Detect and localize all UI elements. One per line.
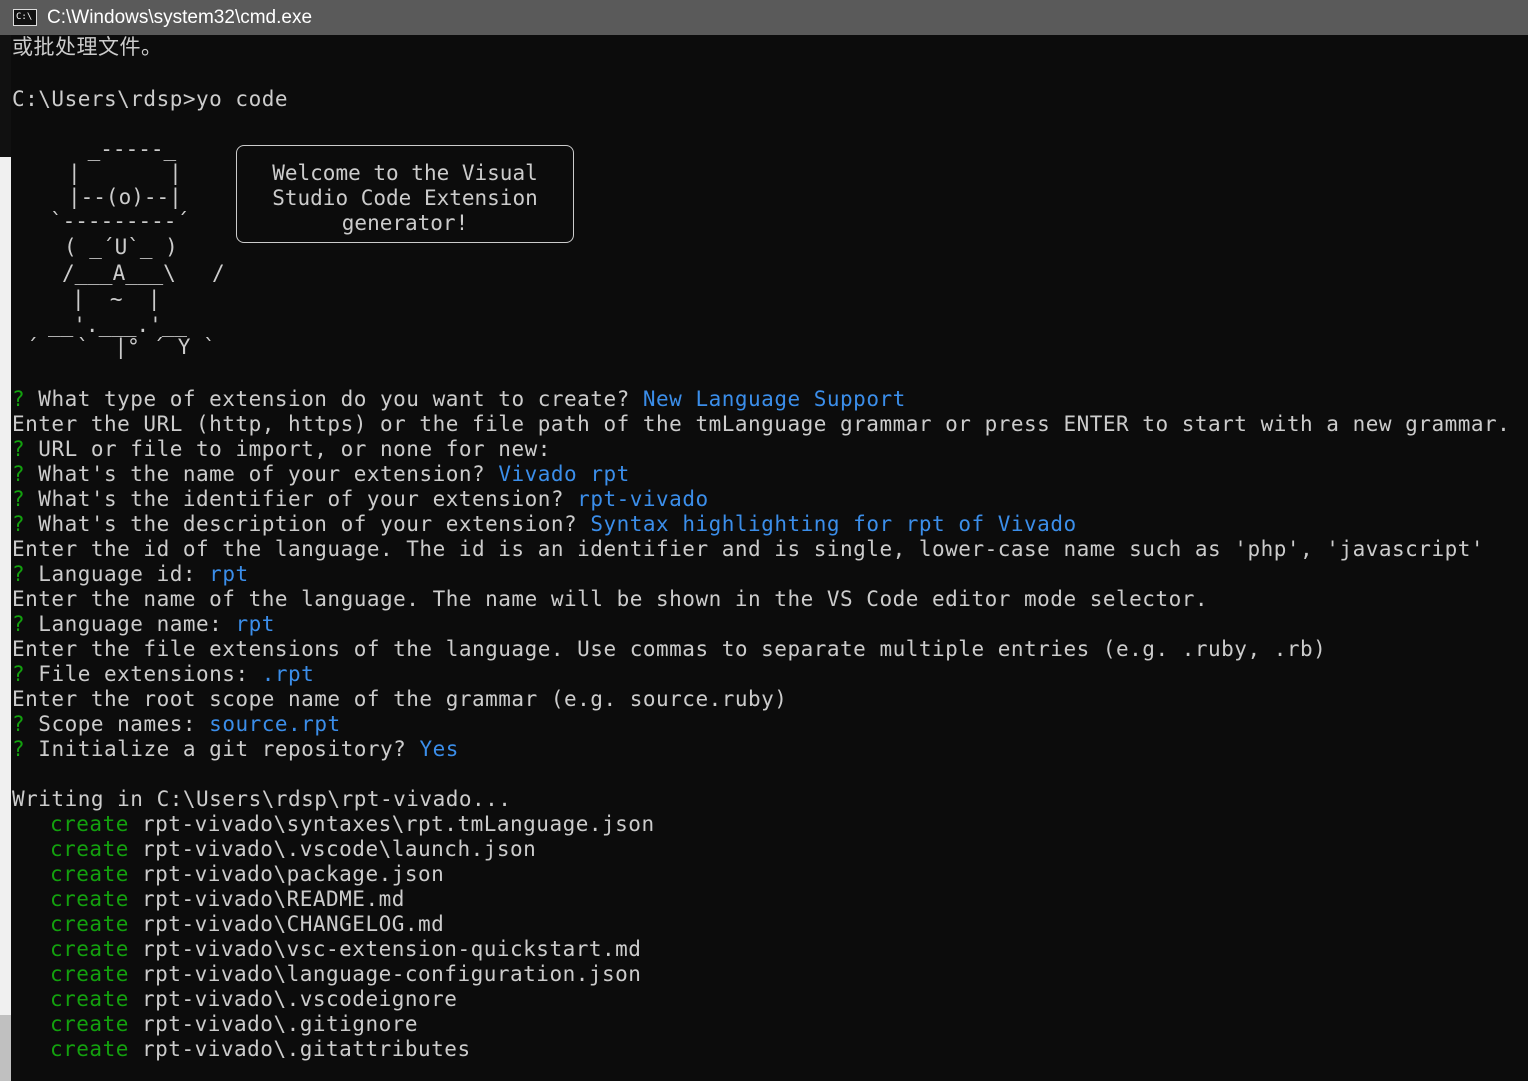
question-mark: ?	[12, 437, 26, 461]
question-mark: ?	[12, 487, 26, 511]
window-title-bar[interactable]: C:\ C:\Windows\system32\cmd.exe	[0, 0, 1528, 35]
yeoman-face: ( _´U`_ )	[64, 235, 178, 259]
qa-line: ? Scope names: source.rpt	[12, 712, 341, 737]
create-file-line: create rpt-vivado\.vscode\launch.json	[50, 837, 536, 862]
question-mark: ?	[12, 662, 26, 686]
create-label: create	[50, 887, 129, 911]
yeoman-slash: /	[212, 261, 225, 285]
qa-line: ? URL or file to import, or none for new…	[12, 437, 551, 462]
create-file-line: create rpt-vivado\language-configuration…	[50, 962, 641, 987]
info-line: Enter the URL (http, https) or the file …	[12, 412, 1511, 436]
window-title: C:\Windows\system32\cmd.exe	[47, 7, 313, 28]
create-file-line: create rpt-vivado\.gitignore	[50, 1012, 418, 1037]
question-text: Language name:	[25, 612, 223, 636]
yeoman-base: ´ ` |° ´ Y `	[26, 335, 216, 359]
scrollbar-track[interactable]	[0, 35, 11, 1081]
qa-line: ? Language id: rpt	[12, 562, 249, 587]
qa-line: ? Language name: rpt	[12, 612, 275, 637]
question-text: What's the name of your extension?	[25, 462, 486, 486]
welcome-message: Welcome to the Visual Studio Code Extens…	[272, 161, 538, 235]
question-mark: ?	[12, 612, 26, 636]
answer-text: rpt-vivado	[564, 487, 709, 511]
yeoman-legs: | ~ |	[72, 287, 161, 311]
create-label: create	[50, 1012, 129, 1036]
file-path: rpt-vivado\.gitattributes	[142, 1037, 471, 1061]
file-path: rpt-vivado\README.md	[142, 887, 405, 911]
file-path: rpt-vivado\.vscode\launch.json	[142, 837, 537, 861]
file-path: rpt-vivado\syntaxes\rpt.tmLanguage.json	[142, 812, 655, 836]
create-label: create	[50, 1037, 129, 1061]
command-prompt-line: C:\Users\rdsp>yo code	[12, 87, 289, 111]
file-path: rpt-vivado\language-configuration.json	[142, 962, 642, 986]
question-mark: ?	[12, 512, 26, 536]
create-label: create	[50, 862, 129, 886]
qa-line: ? Initialize a git repository? Yes	[12, 737, 459, 762]
create-file-line: create rpt-vivado\CHANGELOG.md	[50, 912, 444, 937]
question-text: Scope names:	[25, 712, 197, 736]
answer-text: New Language Support	[629, 387, 906, 411]
create-label: create	[50, 987, 129, 1011]
qa-line: ? What's the description of your extensi…	[12, 512, 1077, 537]
file-path: rpt-vivado\CHANGELOG.md	[142, 912, 445, 936]
create-label: create	[50, 837, 129, 861]
question-mark: ?	[12, 737, 26, 761]
qa-line: ? What's the identifier of your extensio…	[12, 487, 709, 512]
question-text: Initialize a git repository?	[25, 737, 407, 761]
create-file-line: create rpt-vivado\package.json	[50, 862, 444, 887]
create-label: create	[50, 812, 129, 836]
answer-text: Yes	[406, 737, 459, 761]
scrollbar-lower-region[interactable]	[0, 1015, 11, 1081]
file-path: rpt-vivado\vsc-extension-quickstart.md	[142, 937, 642, 961]
question-text: Language id:	[25, 562, 197, 586]
answer-text: Syntax highlighting for rpt of Vivado	[577, 512, 1077, 536]
file-path: rpt-vivado\package.json	[142, 862, 445, 886]
create-file-line: create rpt-vivado\vsc-extension-quicksta…	[50, 937, 641, 962]
info-line: Enter the root scope name of the grammar…	[12, 687, 788, 711]
create-file-line: create rpt-vivado\README.md	[50, 887, 405, 912]
qa-line: ? What type of extension do you want to …	[12, 387, 906, 412]
yeoman-brim: `---------´	[50, 209, 190, 233]
info-line: Enter the id of the language. The id is …	[12, 537, 1485, 561]
yeoman-hat-top: _-----_	[75, 137, 189, 161]
console-line-previous: 或批处理文件。	[12, 35, 163, 59]
question-text: File extensions:	[25, 662, 249, 686]
qa-line: ? File extensions: .rpt	[12, 662, 314, 687]
info-line: Enter the file extensions of the languag…	[12, 637, 1327, 661]
answer-text: rpt	[222, 612, 275, 636]
answer-text: Vivado rpt	[485, 462, 630, 486]
create-file-line: create rpt-vivado\.gitattributes	[50, 1037, 471, 1062]
cmd-app-icon[interactable]: C:\	[13, 9, 37, 26]
create-file-line: create rpt-vivado\syntaxes\rpt.tmLanguag…	[50, 812, 655, 837]
question-text: URL or file to import, or none for new:	[25, 437, 551, 461]
question-mark: ?	[12, 712, 26, 736]
writing-status-line: Writing in C:\Users\rdsp\rpt-vivado...	[12, 787, 512, 811]
create-file-line: create rpt-vivado\.vscodeignore	[50, 987, 457, 1012]
create-label: create	[50, 962, 129, 986]
file-path: rpt-vivado\.vscodeignore	[142, 987, 458, 1011]
console-output[interactable]: 或批处理文件。 C:\Users\rdsp>yo code _-----_ | …	[12, 35, 1528, 1081]
question-mark: ?	[12, 387, 26, 411]
question-text: What type of extension do you want to cr…	[25, 387, 630, 411]
yeoman-hat-row: | |	[68, 161, 182, 185]
file-path: rpt-vivado\.gitignore	[142, 1012, 419, 1036]
qa-line: ? What's the name of your extension? Viv…	[12, 462, 630, 487]
create-label: create	[50, 912, 129, 936]
yeoman-eye-row: |--(o)--|	[68, 185, 182, 209]
question-text: What's the description of your extension…	[25, 512, 578, 536]
answer-text: .rpt	[248, 662, 315, 686]
answer-text: source.rpt	[196, 712, 341, 736]
create-label: create	[50, 937, 129, 961]
answer-text: rpt	[196, 562, 249, 586]
yeoman-body: /___A___\	[62, 261, 176, 285]
question-text: What's the identifier of your extension?	[25, 487, 565, 511]
question-mark: ?	[12, 562, 26, 586]
info-line: Enter the name of the language. The name…	[12, 587, 1209, 611]
question-mark: ?	[12, 462, 26, 486]
scrollbar-thumb[interactable]	[0, 35, 11, 157]
